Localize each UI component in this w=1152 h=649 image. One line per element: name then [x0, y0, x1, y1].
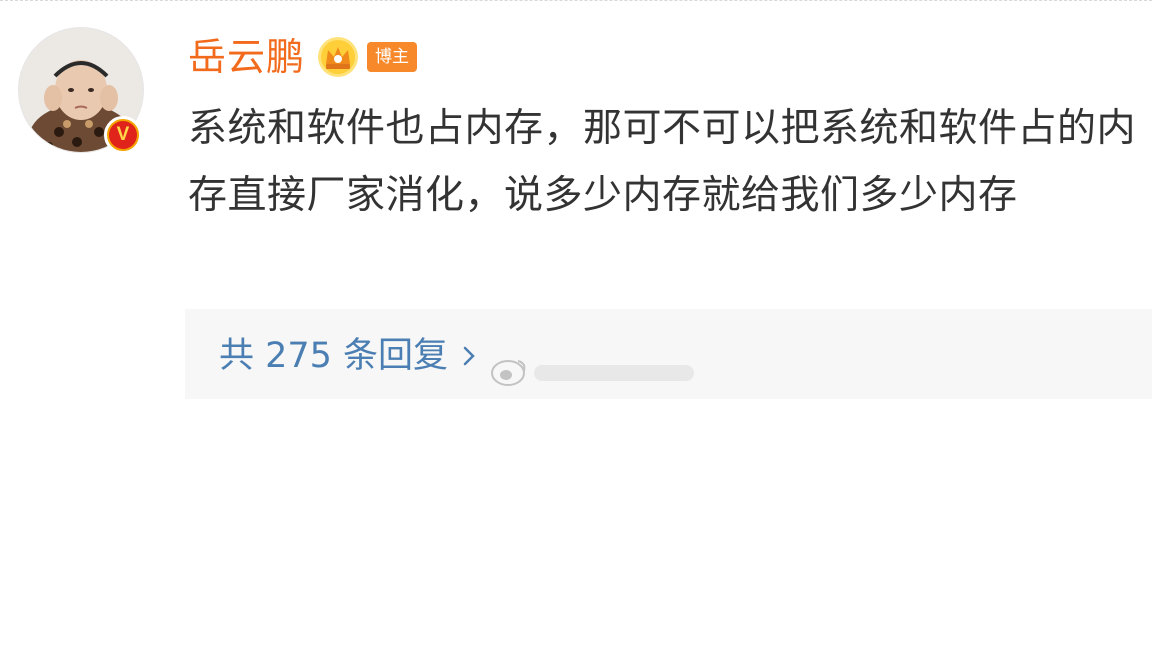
post-content: 系统和软件也占内存，那可不可以把系统和软件占的内存直接厂家消化，说多少内存就给我…: [188, 106, 1137, 218]
verified-v-icon: V: [104, 116, 142, 154]
chevron-right-icon: [463, 346, 475, 366]
top-divider: [0, 0, 1152, 1]
view-replies-link[interactable]: 共 275 条回复: [219, 333, 480, 379]
author-name[interactable]: 岳云鹏: [188, 32, 305, 82]
post-header: 岳云鹏 博主: [188, 32, 418, 82]
crown-icon[interactable]: [317, 36, 359, 78]
weibo-logo-icon: [491, 360, 694, 386]
blogger-badge: 博主: [367, 42, 418, 72]
reply-count-label: 共 275 条回复: [219, 336, 449, 376]
author-avatar-container[interactable]: V: [18, 27, 144, 154]
